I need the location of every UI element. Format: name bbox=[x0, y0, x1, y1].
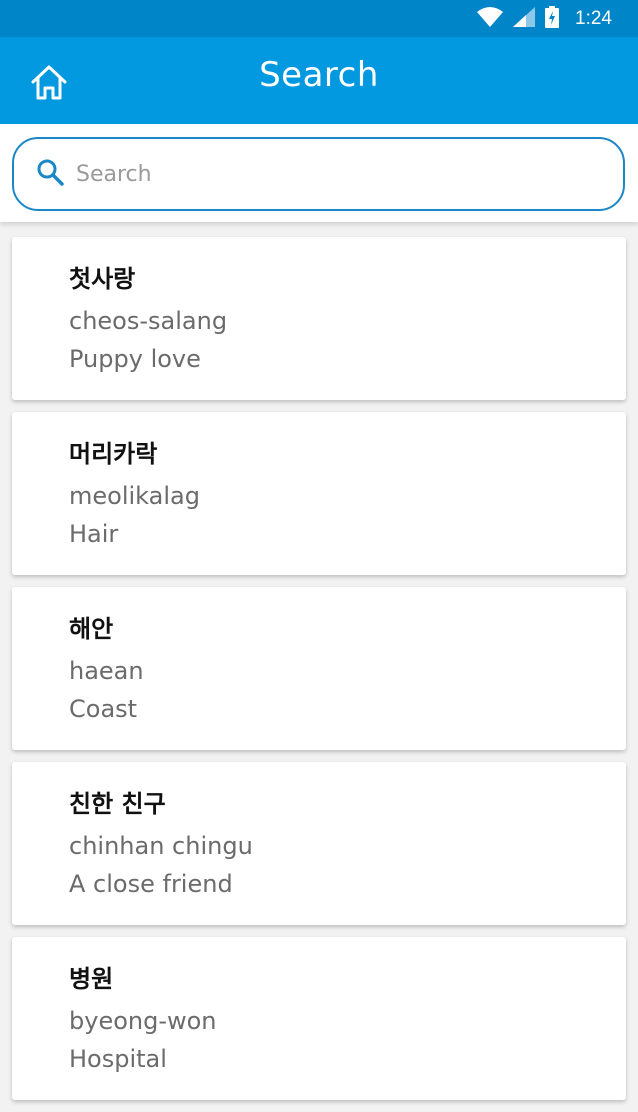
word-english: Puppy love bbox=[69, 345, 201, 373]
status-time: 1:24 bbox=[575, 7, 612, 29]
search-input[interactable] bbox=[76, 161, 576, 187]
word-english: Hospital bbox=[69, 1045, 167, 1073]
battery-charging-icon bbox=[545, 5, 560, 32]
word-korean: 머리카락 bbox=[69, 440, 158, 468]
word-korean: 병원 bbox=[69, 965, 114, 993]
word-list: 첫사랑 cheos-salang Puppy love 머리카락 meolika… bbox=[12, 237, 626, 1112]
word-card[interactable]: 친한 친구 chinhan chingu A close friend bbox=[12, 762, 626, 925]
word-card[interactable]: 첫사랑 cheos-salang Puppy love bbox=[12, 237, 626, 400]
search-icon bbox=[36, 158, 64, 190]
word-english: Hair bbox=[69, 520, 119, 548]
word-english: Coast bbox=[69, 695, 138, 723]
word-romanization: byeong-won bbox=[69, 1007, 217, 1035]
word-romanization: chinhan chingu bbox=[69, 832, 253, 860]
cellular-signal-icon bbox=[513, 6, 536, 31]
word-romanization: cheos-salang bbox=[69, 307, 228, 335]
word-korean: 친한 친구 bbox=[69, 790, 166, 818]
word-card[interactable]: 병원 byeong-won Hospital bbox=[12, 937, 626, 1100]
word-korean: 첫사랑 bbox=[69, 265, 136, 293]
status-bar: 1:24 bbox=[0, 0, 638, 37]
word-korean: 해안 bbox=[69, 615, 114, 643]
word-romanization: haean bbox=[69, 657, 144, 685]
app-bar: Search bbox=[0, 37, 638, 124]
search-box[interactable] bbox=[12, 137, 625, 211]
word-card[interactable]: 해안 haean Coast bbox=[12, 587, 626, 750]
word-romanization: meolikalag bbox=[69, 482, 200, 510]
word-english: A close friend bbox=[69, 870, 233, 898]
wifi-icon bbox=[477, 6, 504, 31]
page-title: Search bbox=[259, 55, 379, 95]
word-card[interactable]: 머리카락 meolikalag Hair bbox=[12, 412, 626, 575]
search-bar-container bbox=[0, 124, 638, 222]
